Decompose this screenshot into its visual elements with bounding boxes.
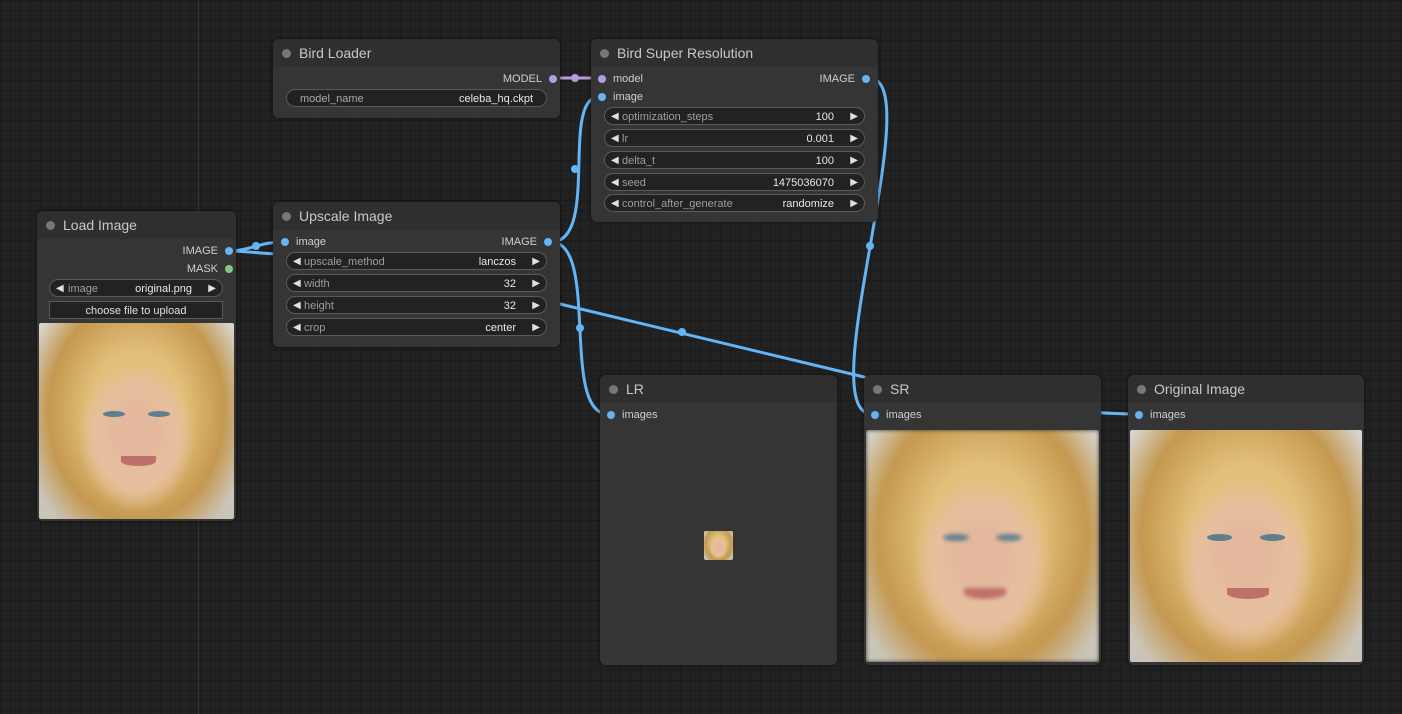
- output-image[interactable]: IMAGE: [820, 72, 873, 86]
- node-title[interactable]: Upscale Image: [273, 202, 560, 230]
- slot-dot-icon[interactable]: [544, 238, 552, 246]
- arrow-right-icon[interactable]: ▶: [850, 152, 858, 170]
- arrow-left-icon[interactable]: ◀: [293, 297, 301, 315]
- model-name-widget[interactable]: model_name celeba_hq.ckpt: [286, 89, 547, 107]
- portrait-photo: [1130, 430, 1362, 662]
- height-widget[interactable]: ◀ height 32 ▶: [286, 296, 547, 314]
- arrow-left-icon[interactable]: ◀: [56, 280, 64, 298]
- arrow-left-icon[interactable]: ◀: [293, 253, 301, 271]
- slot-dot-icon[interactable]: [598, 75, 606, 83]
- node-collapse-dot[interactable]: [609, 385, 618, 394]
- arrow-left-icon[interactable]: ◀: [293, 319, 301, 337]
- output-mask[interactable]: MASK: [187, 262, 236, 276]
- input-image[interactable]: image: [595, 90, 643, 104]
- input-model[interactable]: model: [595, 72, 643, 86]
- input-images[interactable]: images: [868, 408, 921, 422]
- slot-dot-icon[interactable]: [225, 265, 233, 273]
- node-collapse-dot[interactable]: [46, 221, 55, 230]
- arrow-right-icon[interactable]: ▶: [532, 275, 540, 293]
- preview-image: [866, 430, 1099, 662]
- portrait-photo: [39, 323, 234, 519]
- arrow-right-icon[interactable]: ▶: [532, 297, 540, 315]
- node-bird-loader[interactable]: Bird Loader MODEL model_name celeba_hq.c…: [273, 39, 560, 118]
- arrow-right-icon[interactable]: ▶: [532, 319, 540, 337]
- node-title-text: Original Image: [1154, 381, 1246, 397]
- output-model[interactable]: MODEL: [503, 72, 560, 86]
- node-bird-super-resolution[interactable]: Bird Super Resolution model image IMAGE …: [591, 39, 878, 222]
- node-title[interactable]: Bird Loader: [273, 39, 560, 67]
- slot-dot-icon[interactable]: [598, 93, 606, 101]
- arrow-left-icon[interactable]: ◀: [611, 174, 619, 192]
- slot-dot-icon[interactable]: [225, 247, 233, 255]
- arrow-left-icon[interactable]: ◀: [611, 195, 619, 213]
- crop-widget[interactable]: ◀ crop center ▶: [286, 318, 547, 336]
- optimization-steps-widget[interactable]: ◀ optimization_steps 100 ▶: [604, 107, 865, 125]
- upload-button[interactable]: choose file to upload: [49, 301, 223, 319]
- arrow-left-icon[interactable]: ◀: [293, 275, 301, 293]
- slot-dot-icon[interactable]: [1135, 411, 1143, 419]
- node-sr-preview[interactable]: SR images: [864, 375, 1101, 665]
- node-title[interactable]: Original Image: [1128, 375, 1364, 403]
- node-title[interactable]: Bird Super Resolution: [591, 39, 878, 67]
- node-title[interactable]: LR: [600, 375, 837, 403]
- node-collapse-dot[interactable]: [873, 385, 882, 394]
- node-original-image[interactable]: Original Image images: [1128, 375, 1364, 665]
- slot-dot-icon[interactable]: [607, 411, 615, 419]
- preview-image: [704, 531, 733, 560]
- input-image[interactable]: image: [278, 235, 326, 249]
- image-combo-widget[interactable]: ◀ image original.png ▶: [49, 279, 223, 297]
- seed-widget[interactable]: ◀ seed 1475036070 ▶: [604, 173, 865, 191]
- node-collapse-dot[interactable]: [282, 212, 291, 221]
- portrait-photo: [704, 531, 733, 560]
- node-title-text: Bird Super Resolution: [617, 45, 754, 61]
- arrow-left-icon[interactable]: ◀: [611, 130, 619, 148]
- node-title-text: SR: [890, 381, 910, 397]
- arrow-right-icon[interactable]: ▶: [850, 130, 858, 148]
- node-collapse-dot[interactable]: [600, 49, 609, 58]
- node-title-text: Upscale Image: [299, 208, 393, 224]
- output-image[interactable]: IMAGE: [502, 235, 555, 249]
- slot-dot-icon[interactable]: [549, 75, 557, 83]
- delta-t-widget[interactable]: ◀ delta_t 100 ▶: [604, 151, 865, 169]
- preview-image: [1130, 430, 1362, 662]
- node-collapse-dot[interactable]: [1137, 385, 1146, 394]
- upscale-method-widget[interactable]: ◀ upscale_method lanczos ▶: [286, 252, 547, 270]
- lr-widget[interactable]: ◀ lr 0.001 ▶: [604, 129, 865, 147]
- arrow-right-icon[interactable]: ▶: [850, 195, 858, 213]
- arrow-right-icon[interactable]: ▶: [208, 280, 216, 298]
- output-image[interactable]: IMAGE: [183, 244, 236, 258]
- arrow-right-icon[interactable]: ▶: [532, 253, 540, 271]
- preview-image: [39, 323, 234, 519]
- input-images[interactable]: images: [604, 408, 657, 422]
- portrait-photo: [866, 430, 1099, 662]
- slot-dot-icon[interactable]: [281, 238, 289, 246]
- node-title-text: Bird Loader: [299, 45, 372, 61]
- node-upscale-image[interactable]: Upscale Image image IMAGE ◀ upscale_meth…: [273, 202, 560, 347]
- slot-dot-icon[interactable]: [862, 75, 870, 83]
- arrow-left-icon[interactable]: ◀: [611, 108, 619, 126]
- input-images[interactable]: images: [1132, 408, 1185, 422]
- node-title-text: LR: [626, 381, 644, 397]
- arrow-right-icon[interactable]: ▶: [850, 108, 858, 126]
- node-collapse-dot[interactable]: [282, 49, 291, 58]
- node-title[interactable]: SR: [864, 375, 1101, 403]
- node-lr-preview[interactable]: LR images: [600, 375, 837, 665]
- arrow-left-icon[interactable]: ◀: [611, 152, 619, 170]
- node-title[interactable]: Load Image: [37, 211, 236, 239]
- arrow-right-icon[interactable]: ▶: [850, 174, 858, 192]
- slot-dot-icon[interactable]: [871, 411, 879, 419]
- node-load-image[interactable]: Load Image IMAGE MASK ◀ image original.p…: [37, 211, 236, 521]
- node-title-text: Load Image: [63, 217, 137, 233]
- control-after-generate-widget[interactable]: ◀ control_after_generate randomize ▶: [604, 194, 865, 212]
- width-widget[interactable]: ◀ width 32 ▶: [286, 274, 547, 292]
